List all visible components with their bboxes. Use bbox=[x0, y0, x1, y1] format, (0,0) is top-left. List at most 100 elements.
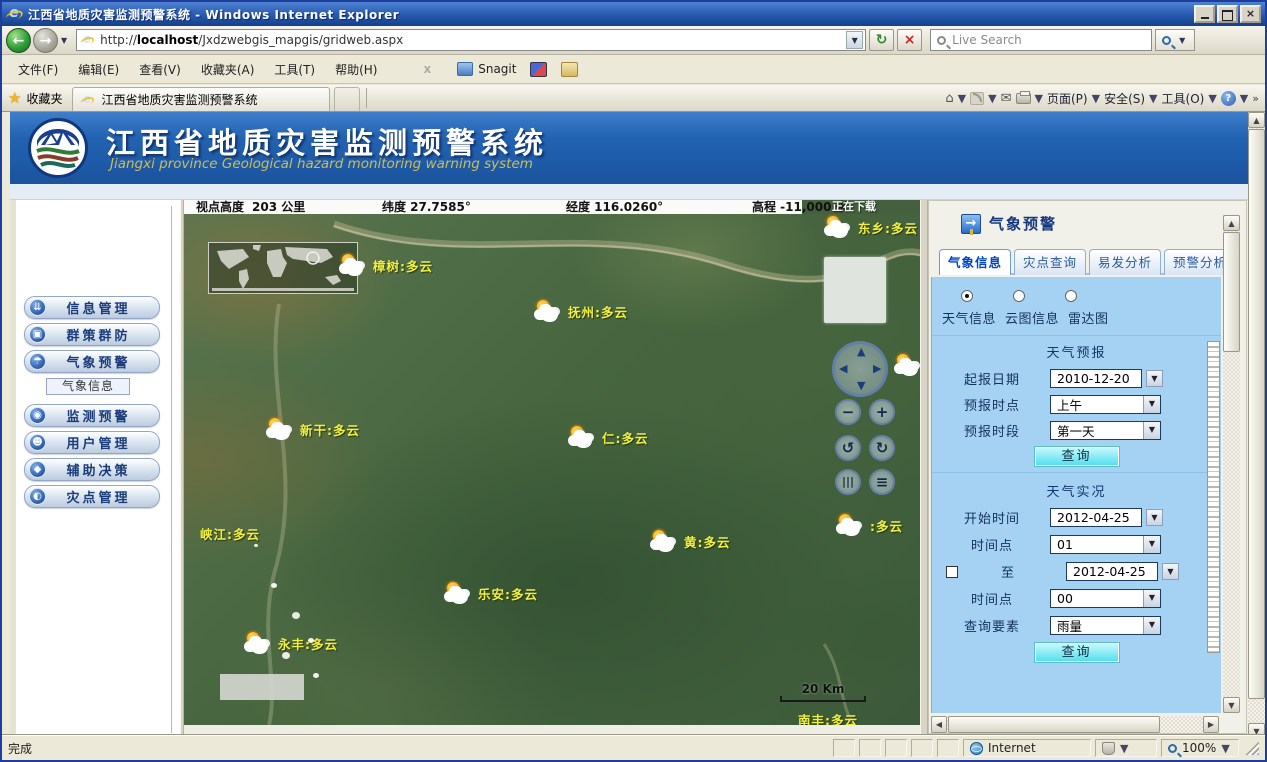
to-checkbox[interactable] bbox=[946, 566, 958, 578]
zoom-pane[interactable]: 100% ▼ bbox=[1161, 739, 1239, 757]
sidebar-item[interactable]: ◉ 监测预警 bbox=[24, 404, 160, 427]
browser-tab[interactable]: e 江西省地质灾害监测预警系统 bbox=[72, 87, 330, 111]
panel-scroll-right-icon[interactable]: ▶ bbox=[1203, 716, 1219, 733]
help-dropdown-icon[interactable]: ▼ bbox=[1240, 92, 1248, 105]
page-vscroll-thumb[interactable] bbox=[1248, 129, 1265, 699]
snagit-button[interactable]: Snagit bbox=[478, 62, 516, 76]
tilt-vertical-button[interactable]: ||| bbox=[835, 469, 861, 495]
rotate-right-button[interactable]: ↻ bbox=[869, 435, 895, 461]
print-dropdown-icon[interactable]: ▼ bbox=[1035, 92, 1043, 105]
toolbar-close-icon[interactable]: x bbox=[423, 62, 431, 76]
panel-tab[interactable]: 易发分析 bbox=[1089, 249, 1161, 275]
dropdown-select[interactable]: 2012-04-25 ▼ bbox=[1050, 508, 1163, 527]
dropdown-select[interactable]: 雨量 ▼ bbox=[1050, 616, 1161, 635]
dropdown-select[interactable]: 00 ▼ bbox=[1050, 589, 1161, 608]
menu-item[interactable]: 收藏夹(A) bbox=[191, 57, 265, 82]
menu-item[interactable]: 工具(T) bbox=[264, 57, 325, 82]
tools-dropdown-icon[interactable]: ▼ bbox=[1208, 92, 1216, 105]
menu-item[interactable]: 文件(F) bbox=[8, 57, 68, 82]
dropdown-select[interactable]: 01 ▼ bbox=[1050, 535, 1161, 554]
minimize-button[interactable] bbox=[1194, 5, 1215, 23]
forward-button[interactable]: → bbox=[33, 28, 58, 53]
close-button[interactable]: × bbox=[1240, 5, 1261, 23]
dropdown-arrow-icon[interactable]: ▼ bbox=[1143, 590, 1160, 607]
home-icon[interactable]: ⌂ bbox=[945, 91, 953, 106]
panel-scroll-left-icon[interactable]: ◀ bbox=[931, 716, 947, 733]
new-tab-button[interactable] bbox=[334, 87, 360, 111]
feeds-dropdown-icon[interactable]: ▼ bbox=[988, 92, 996, 105]
layer-radio-label[interactable]: 雷达图 bbox=[1068, 308, 1109, 327]
sidebar-item[interactable]: ◐ 灾点管理 bbox=[24, 485, 160, 508]
menu-item[interactable]: 查看(V) bbox=[129, 57, 191, 82]
panel-vscroll-thumb[interactable] bbox=[1223, 232, 1240, 352]
layer-radio-label[interactable]: 天气信息 bbox=[942, 308, 996, 327]
protected-mode-pane[interactable]: ▼ bbox=[1095, 739, 1157, 757]
page-menu[interactable]: 页面(P) bbox=[1047, 90, 1088, 107]
mail-icon[interactable]: ✉ bbox=[1001, 91, 1012, 106]
maximize-button[interactable] bbox=[1217, 5, 1238, 23]
dropdown-arrow-icon[interactable]: ▼ bbox=[1146, 370, 1163, 387]
sidebar-item[interactable]: ☂ 气象预警 bbox=[24, 350, 160, 373]
dropdown-arrow-icon[interactable]: ▼ bbox=[1143, 422, 1160, 439]
refresh-button[interactable]: ↻ bbox=[869, 29, 894, 51]
snagit-editor-icon[interactable] bbox=[561, 62, 578, 77]
search-go-button[interactable]: ▼ bbox=[1155, 29, 1195, 51]
back-button[interactable]: ← bbox=[6, 28, 31, 53]
zoom-in-button[interactable]: + bbox=[869, 399, 895, 425]
snagit-capture-icon[interactable] bbox=[530, 62, 547, 77]
right-splitter[interactable] bbox=[920, 200, 928, 739]
dropdown-arrow-icon[interactable]: ▼ bbox=[1143, 536, 1160, 553]
dropdown-arrow-icon[interactable]: ▼ bbox=[1143, 396, 1160, 413]
rotate-left-button[interactable]: ↺ bbox=[835, 435, 861, 461]
sidebar-item[interactable]: ▣ 群策群防 bbox=[24, 323, 160, 346]
page-dropdown-icon[interactable]: ▼ bbox=[1092, 92, 1100, 105]
favorites-button[interactable]: 收藏夹 bbox=[26, 90, 62, 107]
search-input[interactable]: Live Search bbox=[930, 29, 1152, 51]
dropdown-select[interactable]: 第一天 ▼ bbox=[1050, 421, 1161, 440]
layer-radio-label[interactable]: 云图信息 bbox=[1005, 308, 1059, 327]
page-scroll-up-icon[interactable]: ▲ bbox=[1248, 112, 1265, 128]
menu-item[interactable]: 帮助(H) bbox=[325, 57, 387, 82]
panel-scroll-down-icon[interactable]: ▼ bbox=[1223, 697, 1240, 713]
layer-radio[interactable] bbox=[961, 290, 973, 302]
tools-menu[interactable]: 工具(O) bbox=[1162, 90, 1205, 107]
home-dropdown-icon[interactable]: ▼ bbox=[958, 92, 966, 105]
layer-radio[interactable] bbox=[1013, 290, 1025, 302]
stop-button[interactable]: × bbox=[897, 29, 922, 51]
sidebar-item[interactable]: ◆ 辅助决策 bbox=[24, 458, 160, 481]
protected-mode-dropdown-icon[interactable]: ▼ bbox=[1120, 742, 1128, 755]
panel-hscroll-thumb[interactable] bbox=[948, 716, 1160, 733]
dropdown-select[interactable]: 2010-12-20 ▼ bbox=[1050, 369, 1163, 388]
tilt-horizontal-button[interactable]: ≡ bbox=[869, 469, 895, 495]
dropdown-select[interactable]: 上午 ▼ bbox=[1050, 395, 1161, 414]
overflow-chevron-icon[interactable]: » bbox=[1252, 92, 1259, 105]
layer-radio[interactable] bbox=[1065, 290, 1077, 302]
sidebar-item[interactable]: ☻ 用户管理 bbox=[24, 431, 160, 454]
resize-grip[interactable] bbox=[1245, 741, 1259, 755]
dropdown-arrow-icon[interactable]: ▼ bbox=[1162, 563, 1179, 580]
safety-dropdown-icon[interactable]: ▼ bbox=[1149, 92, 1157, 105]
dropdown-arrow-icon[interactable]: ▼ bbox=[1143, 617, 1160, 634]
panel-tab[interactable]: 气象信息 bbox=[939, 249, 1011, 275]
menu-item[interactable]: 编辑(E) bbox=[68, 57, 129, 82]
sidebar-item[interactable]: ⇊ 信息管理 bbox=[24, 296, 160, 319]
zoom-out-button[interactable]: − bbox=[835, 399, 861, 425]
panel-scroll-up-icon[interactable]: ▲ bbox=[1223, 215, 1240, 231]
print-icon[interactable] bbox=[1016, 93, 1031, 104]
feeds-icon[interactable] bbox=[970, 92, 984, 105]
zoom-dropdown-icon[interactable]: ▼ bbox=[1221, 742, 1229, 755]
world-overview-inset[interactable] bbox=[208, 242, 358, 294]
dropdown-select[interactable]: 2012-04-25 ▼ bbox=[1066, 562, 1179, 581]
address-input[interactable]: e http://localhost/Jxdzwebgis_mapgis/gri… bbox=[76, 29, 866, 51]
history-dropdown-icon[interactable]: ▼ bbox=[58, 36, 70, 45]
map-pan-control[interactable]: ▲ ▼ ◀ ▶ bbox=[832, 341, 888, 397]
help-icon[interactable]: ? bbox=[1221, 91, 1236, 106]
forecast-query-button[interactable]: 查询 bbox=[1035, 447, 1119, 466]
title-bar[interactable]: e 江西省地质灾害监测预警系统 - Windows Internet Explo… bbox=[2, 2, 1265, 26]
sidebar-subitem-weather-info[interactable]: 气象信息 bbox=[46, 378, 130, 395]
dropdown-arrow-icon[interactable]: ▼ bbox=[1146, 509, 1163, 526]
safety-menu[interactable]: 安全(S) bbox=[1104, 90, 1145, 107]
actual-query-button[interactable]: 查询 bbox=[1035, 643, 1119, 662]
search-options-icon[interactable]: ▼ bbox=[1176, 36, 1188, 45]
favorites-star-icon[interactable]: ★ bbox=[8, 89, 21, 107]
